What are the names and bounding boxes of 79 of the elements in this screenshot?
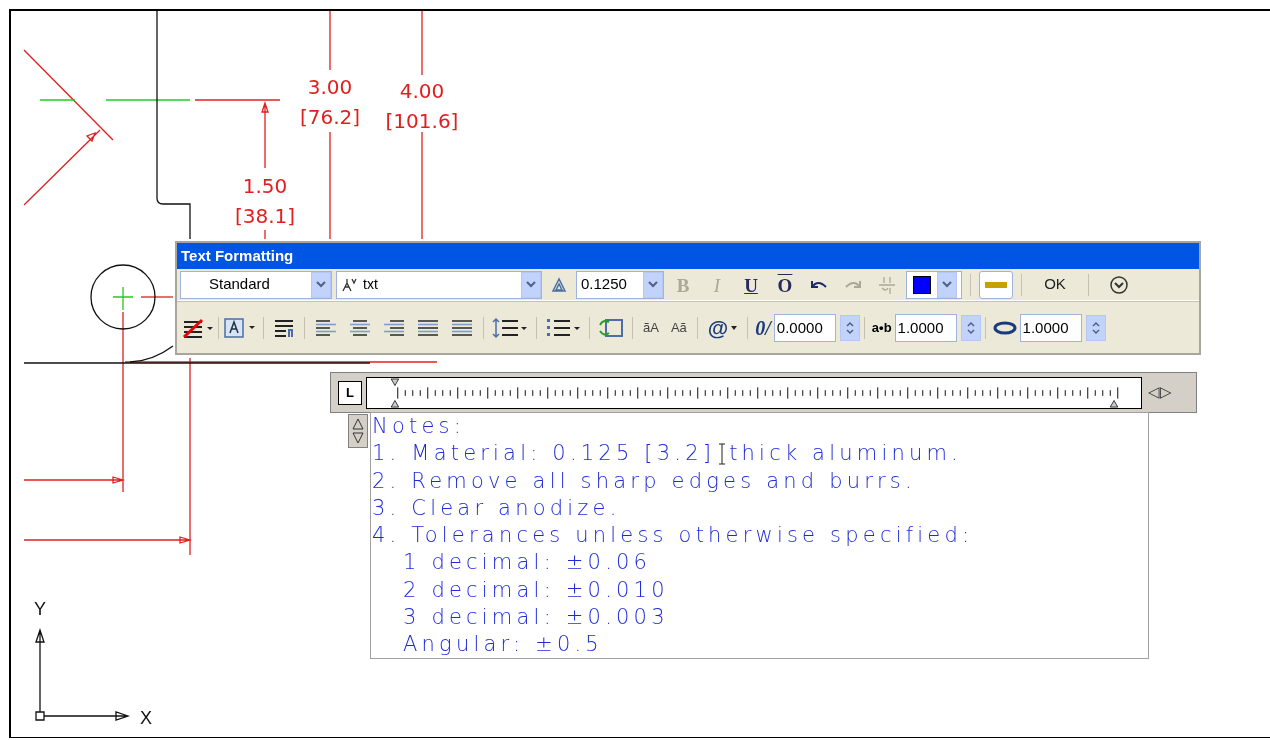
hole-circle [90,264,156,330]
value-field[interactable]: 0.0000 [773,313,836,342]
line-spacing-icon[interactable] [492,316,528,339]
ruler[interactable] [366,376,1142,409]
color-dropdown[interactable] [906,270,962,299]
center-line [39,99,76,101]
options-icon[interactable] [1109,274,1129,295]
case-button[interactable]: ãA [637,317,665,338]
chevron-down-icon [648,281,658,288]
note-line: 4. Tolerances unless otherwise specified: [372,522,974,550]
dimension-value: 1.50 [242,173,288,200]
dropdown-button[interactable] [521,271,541,298]
note-line: 2. Remove all sharp edges and burrs. [372,467,916,495]
axis-label: Y [34,598,46,621]
font-icon [341,276,359,293]
note-line: 3 decimal: ±0.003 [402,604,670,632]
dimension-line [261,102,269,169]
chevron-down-icon [942,281,952,288]
font-dropdown[interactable]: txt [336,270,542,299]
note-line: 3. Clear anodize. [372,494,621,522]
spinner-button[interactable] [960,314,981,341]
style-dropdown[interactable]: Standard [180,270,332,299]
dropdown-button[interactable] [643,271,663,298]
spinner-button[interactable] [1085,314,1106,341]
text-height-combo[interactable]: 0.1250 [576,270,664,299]
up-down-arrows-icon [845,320,854,335]
text-cursor-icon [717,442,728,465]
note-line: Angular: ±0.5 [402,631,604,659]
spinner-button[interactable] [839,314,860,341]
width-factor-icon [992,320,1017,335]
dimension-value: [76.2] [299,104,361,131]
resize-arrows[interactable]: ◁▷ [1148,381,1172,404]
tab-type-button[interactable]: L [338,380,362,405]
align-left-icon[interactable] [314,318,338,337]
extension-line [140,296,174,298]
caret-icon [731,325,738,330]
up-down-arrows-icon [1091,320,1100,335]
dimension-line [264,229,266,240]
up-down-arrows-icon [352,417,364,445]
note-line: thick aluminum. [729,440,962,468]
align-center-icon[interactable] [348,318,372,337]
dimension-line [421,11,423,76]
dropdown-button[interactable] [311,271,331,298]
note-line: 1. Material: 0.125 [3.2] [372,440,716,468]
annotative-icon[interactable] [550,276,568,293]
ok-button[interactable]: OK [1030,271,1080,298]
format-button[interactable]: U [736,271,766,298]
align-right-icon[interactable] [382,318,406,337]
dimension-value: 3.00 [307,74,353,101]
symbol-button[interactable]: @ [701,311,744,344]
dimension-value: [101.6] [385,108,459,135]
value-field[interactable]: 1.0000 [1019,313,1082,342]
note-line: 2 decimal: ±0.010 [402,576,670,604]
background-mask-icon[interactable] [182,317,214,338]
justify-icon[interactable] [416,318,440,337]
up-down-arrows-icon [966,320,975,335]
chevron-down-icon [526,281,536,288]
value-field[interactable]: 1.0000 [894,313,957,342]
numbering-icon[interactable] [545,316,581,339]
distribute-icon[interactable] [450,318,474,337]
scroll-arrows[interactable] [348,414,368,448]
toolbar-title: Text Formatting [177,243,1199,269]
paragraph-icon[interactable] [272,317,296,338]
ucs-icon [35,629,129,721]
field-label: a•b [870,318,893,337]
note-heading: Notes: [372,413,466,440]
dimension-value: 4.00 [399,78,445,105]
center-mark [112,286,134,311]
axis-label: X [140,707,152,730]
note-line: 1 decimal: ±0.06 [402,549,653,577]
case-button[interactable]: Aã [664,317,693,338]
color-swatch [913,275,931,294]
field-label: 0/ [754,315,773,341]
insert-field-icon[interactable] [598,316,624,339]
chevron-down-icon [316,281,326,288]
ruler-icon [985,281,1007,288]
dimension-line [329,11,331,71]
format-button[interactable]: O [770,271,800,298]
dimension-value: [38.1] [234,203,296,230]
